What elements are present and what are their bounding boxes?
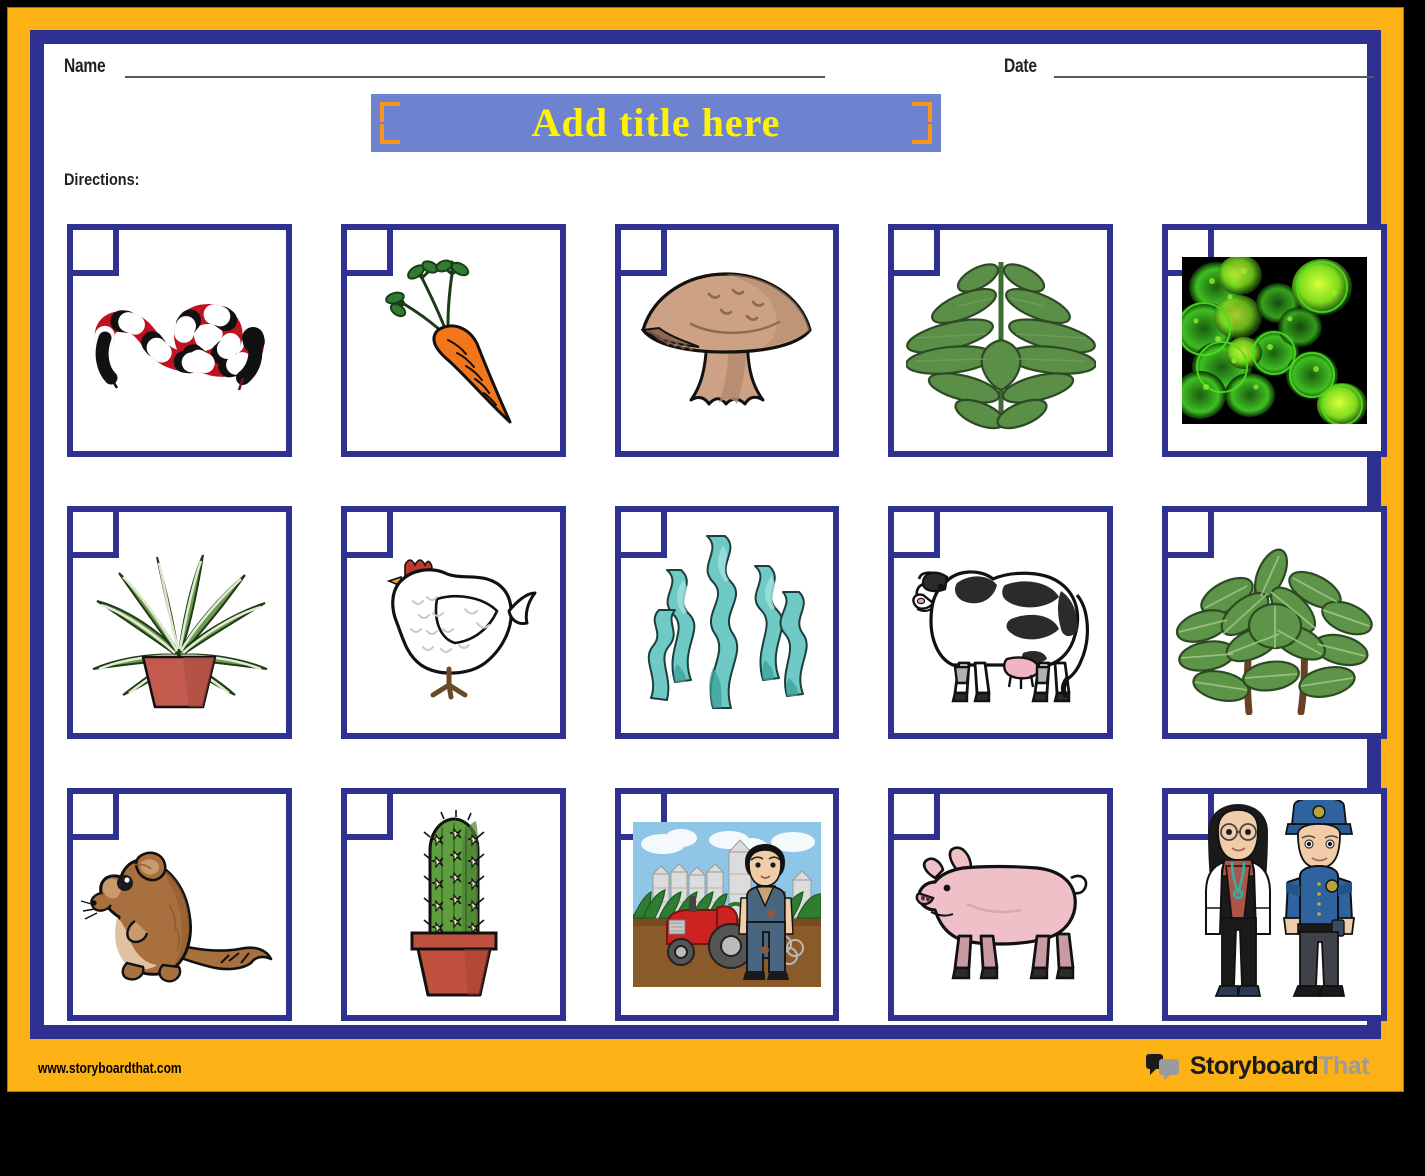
picture-card[interactable] <box>67 224 292 457</box>
picture-card[interactable] <box>614 788 840 1021</box>
name-label: Name <box>64 56 106 77</box>
picture-card[interactable] <box>614 224 840 457</box>
snake-icon <box>73 230 286 451</box>
picture-card[interactable] <box>1162 506 1387 739</box>
title-box[interactable]: Add title here <box>371 94 941 152</box>
chicken-icon <box>347 512 560 733</box>
picture-card[interactable] <box>340 788 566 1021</box>
picture-card[interactable] <box>888 788 1114 1021</box>
date-label: Date <box>1004 56 1037 77</box>
logo-secondary-text: That <box>1318 1052 1369 1080</box>
logo-primary-text: Storyboard <box>1189 1052 1319 1080</box>
picture-card[interactable] <box>1162 224 1387 457</box>
cow-icon <box>894 512 1107 733</box>
farmer-scene-icon <box>621 794 834 1015</box>
name-write-line[interactable] <box>124 76 825 78</box>
doctor-police-icon <box>1168 794 1381 1015</box>
date-field[interactable]: Date <box>1004 56 1374 78</box>
worksheet-title[interactable]: Add title here <box>371 94 941 152</box>
picture-card[interactable] <box>67 788 292 1021</box>
picture-card[interactable] <box>1162 788 1387 1021</box>
picture-card[interactable] <box>67 506 292 739</box>
date-write-line[interactable] <box>1053 76 1374 78</box>
picture-card-grid <box>67 224 1387 1021</box>
name-field[interactable]: Name <box>64 56 825 78</box>
logo-wordmark: StoryboardThat <box>1189 1052 1370 1081</box>
worksheet-header: Name Date Add title here Directions: <box>44 44 1374 189</box>
picture-card[interactable] <box>888 224 1114 457</box>
picture-card[interactable] <box>888 506 1114 739</box>
mouse-icon <box>73 794 286 1015</box>
bacteria-micrograph-icon <box>1168 230 1381 451</box>
mushroom-icon <box>621 230 834 451</box>
storyboardthat-logo[interactable]: StoryboardThat <box>1145 1052 1369 1081</box>
worksheet-page: Name Date Add title here Directions: <box>44 44 1387 1025</box>
worksheet-sheet: Name Date Add title here Directions: www… <box>7 7 1404 1092</box>
footer-url[interactable]: www.storyboardthat.com <box>38 1060 182 1077</box>
picture-card[interactable] <box>340 506 566 739</box>
directions-label: Directions: <box>64 170 140 189</box>
picture-card[interactable] <box>340 224 566 457</box>
carrot-icon <box>347 230 560 451</box>
seaweed-icon <box>621 512 834 733</box>
spider-plant-icon <box>73 512 286 733</box>
leafy-branch-icon <box>1168 512 1381 733</box>
leafy-plant-icon <box>894 230 1107 451</box>
inner-blue-frame: Name Date Add title here Directions: <box>30 30 1387 1039</box>
picture-card[interactable] <box>614 506 840 739</box>
cactus-icon <box>347 794 560 1015</box>
pig-icon <box>894 794 1107 1015</box>
speech-bubbles-icon <box>1145 1053 1179 1080</box>
